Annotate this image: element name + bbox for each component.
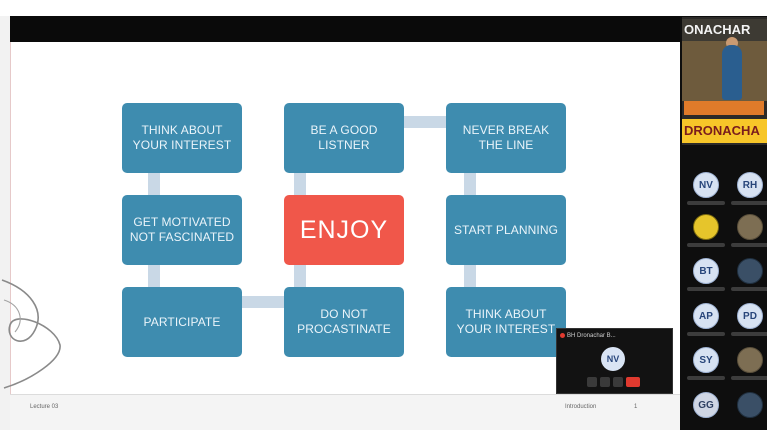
camera-icon[interactable]	[600, 377, 610, 387]
participant-avatar-emoji[interactable]	[693, 214, 719, 240]
tile-get-motivated: GET MOTIVATED NOT FASCINATED	[122, 195, 242, 265]
mini-window-avatar: NV	[601, 347, 625, 371]
tile-never-break-the-line: NEVER BREAK THE LINE	[446, 103, 566, 173]
mic-icon[interactable]	[587, 377, 597, 387]
speaker-video[interactable]: ONACHAR DRONACHA	[682, 17, 767, 145]
mini-meeting-window[interactable]: BH Dronachar B... NV	[556, 328, 673, 394]
speaker-figure	[722, 45, 742, 100]
participant-avatar-pd[interactable]: PD	[737, 303, 763, 329]
slide-bottom-bar	[10, 394, 680, 430]
slide-footer-title: Introduction	[565, 404, 597, 410]
participant-avatar-sy[interactable]: SY	[693, 347, 719, 373]
participant-avatar-photo-2[interactable]	[737, 347, 763, 373]
participant-avatar-ap[interactable]: AP	[693, 303, 719, 329]
recording-icon	[560, 333, 565, 338]
video-banner-top: ONACHAR	[682, 19, 767, 41]
participant-avatar-bt[interactable]: BT	[693, 258, 719, 284]
slide-top-black-bar	[10, 16, 680, 42]
participant-avatar-nv[interactable]: NV	[693, 172, 719, 198]
participant-avatar-image[interactable]	[737, 258, 763, 284]
tile-think-about-interest: THINK ABOUT YOUR INTEREST	[122, 103, 242, 173]
tile-enjoy: ENJOY	[284, 195, 404, 265]
participant-name	[687, 287, 725, 291]
video-decoration	[684, 101, 764, 115]
mini-window-title: BH Dronachar B...	[567, 333, 616, 339]
participant-name	[731, 332, 767, 336]
participant-avatar-photo[interactable]	[737, 214, 763, 240]
slide-footer-left: Lecture 03	[30, 404, 59, 410]
tile-do-not-procrastinate: DO NOT PROCASTINATE	[284, 287, 404, 357]
top-strip	[0, 0, 767, 16]
tile-think-about-interest-2: THINK ABOUT YOUR INTEREST	[446, 287, 566, 357]
participant-name	[687, 332, 725, 336]
tile-be-a-good-listener: BE A GOOD LISTNER	[284, 103, 404, 173]
video-banner-bottom: DRONACHA	[682, 119, 767, 143]
participant-avatar-more[interactable]	[737, 392, 763, 418]
participant-avatar-gg[interactable]: GG	[693, 392, 719, 418]
tile-start-planning: START PLANNING	[446, 195, 566, 265]
share-icon[interactable]	[613, 377, 623, 387]
participant-name	[731, 201, 767, 205]
participant-avatar-rh[interactable]: RH	[737, 172, 763, 198]
participant-name	[731, 287, 767, 291]
mini-window-controls	[587, 377, 645, 387]
participant-name	[731, 243, 767, 247]
slide-footer-right: Introduction 1	[565, 404, 637, 410]
participant-name	[687, 243, 725, 247]
participant-name	[731, 376, 767, 380]
slide-page-number: 1	[634, 404, 638, 410]
participant-name	[687, 376, 725, 380]
participant-name	[687, 201, 725, 205]
leave-call-button[interactable]	[626, 377, 640, 387]
annotation-scribble	[1, 279, 61, 389]
tile-participate: PARTICIPATE	[122, 287, 242, 357]
